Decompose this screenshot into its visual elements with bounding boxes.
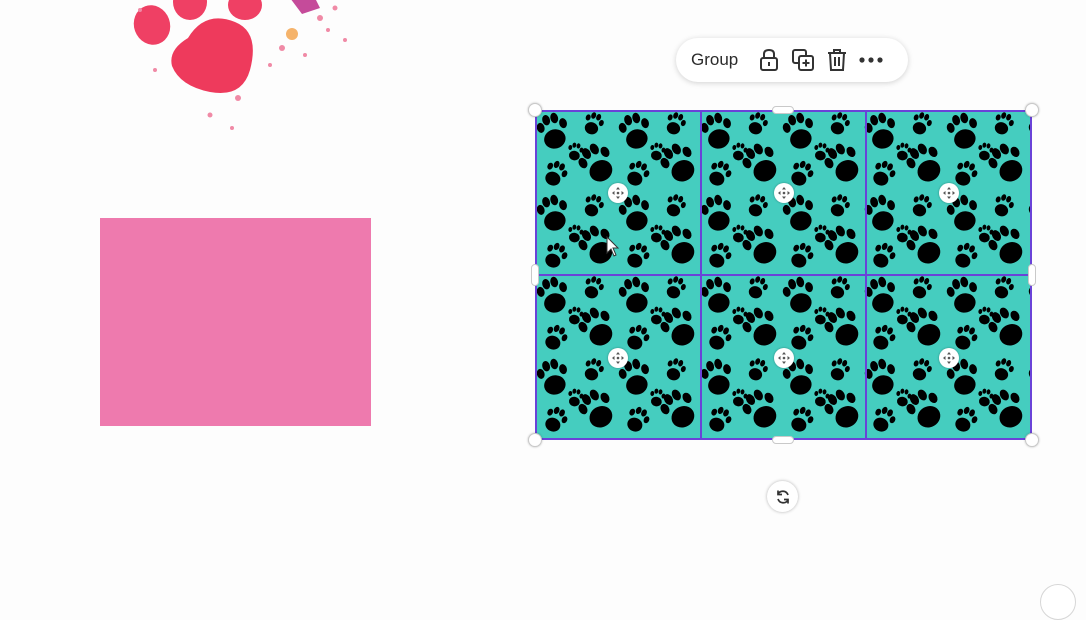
move-arrows-icon — [611, 186, 624, 199]
decorative-paw-image — [133, 0, 347, 130]
selected-frame-group[interactable] — [535, 110, 1032, 440]
resize-handle-top[interactable] — [772, 106, 794, 114]
resize-handle-bottom-right[interactable] — [1025, 433, 1039, 447]
frame-move-handle[interactable] — [773, 182, 794, 203]
move-arrows-icon — [777, 351, 790, 364]
pink-rectangle-element[interactable] — [100, 218, 371, 426]
resize-handle-bottom[interactable] — [772, 436, 794, 444]
resize-handle-right[interactable] — [1028, 264, 1036, 286]
resize-handle-top-left[interactable] — [528, 103, 542, 117]
move-arrows-icon — [943, 186, 956, 199]
lock-icon[interactable] — [752, 43, 786, 77]
move-arrows-icon — [611, 351, 624, 364]
rotate-icon — [776, 489, 789, 504]
move-arrows-icon — [943, 351, 956, 364]
mouse-pointer-icon — [606, 236, 620, 257]
move-arrows-icon — [777, 186, 790, 199]
frame-move-handle[interactable] — [607, 347, 628, 368]
resize-handle-left[interactable] — [531, 264, 539, 286]
resize-handle-top-right[interactable] — [1025, 103, 1039, 117]
trash-icon[interactable] — [820, 43, 854, 77]
paw-pattern-grid — [535, 110, 1032, 440]
frame-move-handle[interactable] — [939, 182, 960, 203]
more-icon[interactable] — [854, 43, 888, 77]
duplicate-icon[interactable] — [786, 43, 820, 77]
frame-move-handle[interactable] — [939, 347, 960, 368]
resize-handle-bottom-left[interactable] — [528, 433, 542, 447]
rotate-handle[interactable] — [767, 481, 798, 512]
group-button[interactable]: Group — [687, 50, 742, 70]
frame-move-handle[interactable] — [773, 347, 794, 368]
frame-move-handle[interactable] — [607, 182, 628, 203]
help-button[interactable] — [1040, 584, 1076, 620]
element-toolbar: Group — [676, 38, 908, 82]
